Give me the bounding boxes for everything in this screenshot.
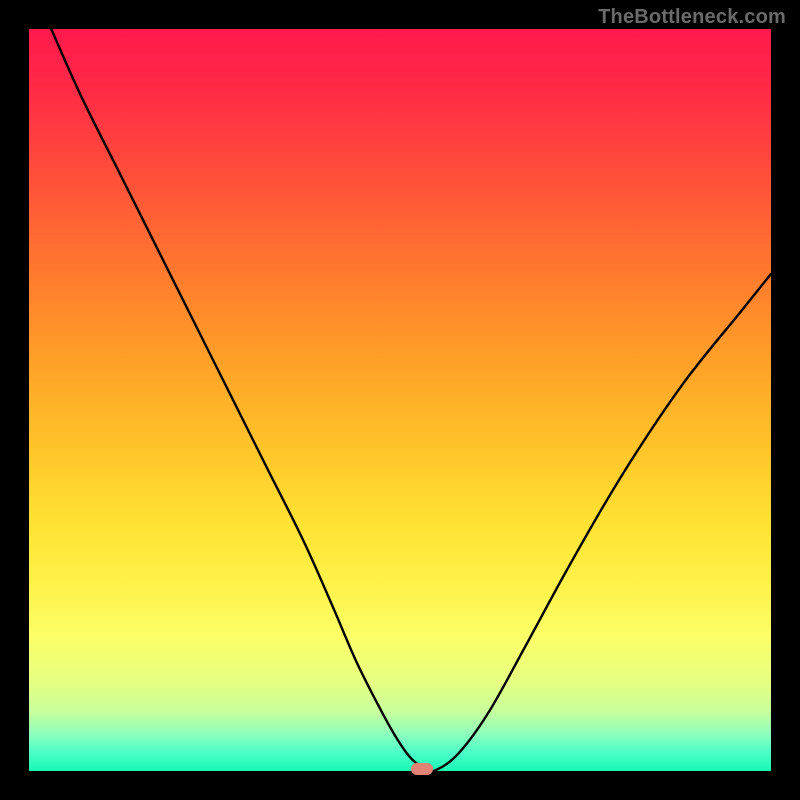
watermark-text: TheBottleneck.com [598, 6, 786, 29]
curve-layer [29, 29, 771, 771]
bottleneck-curve [51, 29, 771, 771]
optimal-point-marker [411, 763, 433, 775]
chart-frame: TheBottleneck.com [0, 0, 800, 800]
